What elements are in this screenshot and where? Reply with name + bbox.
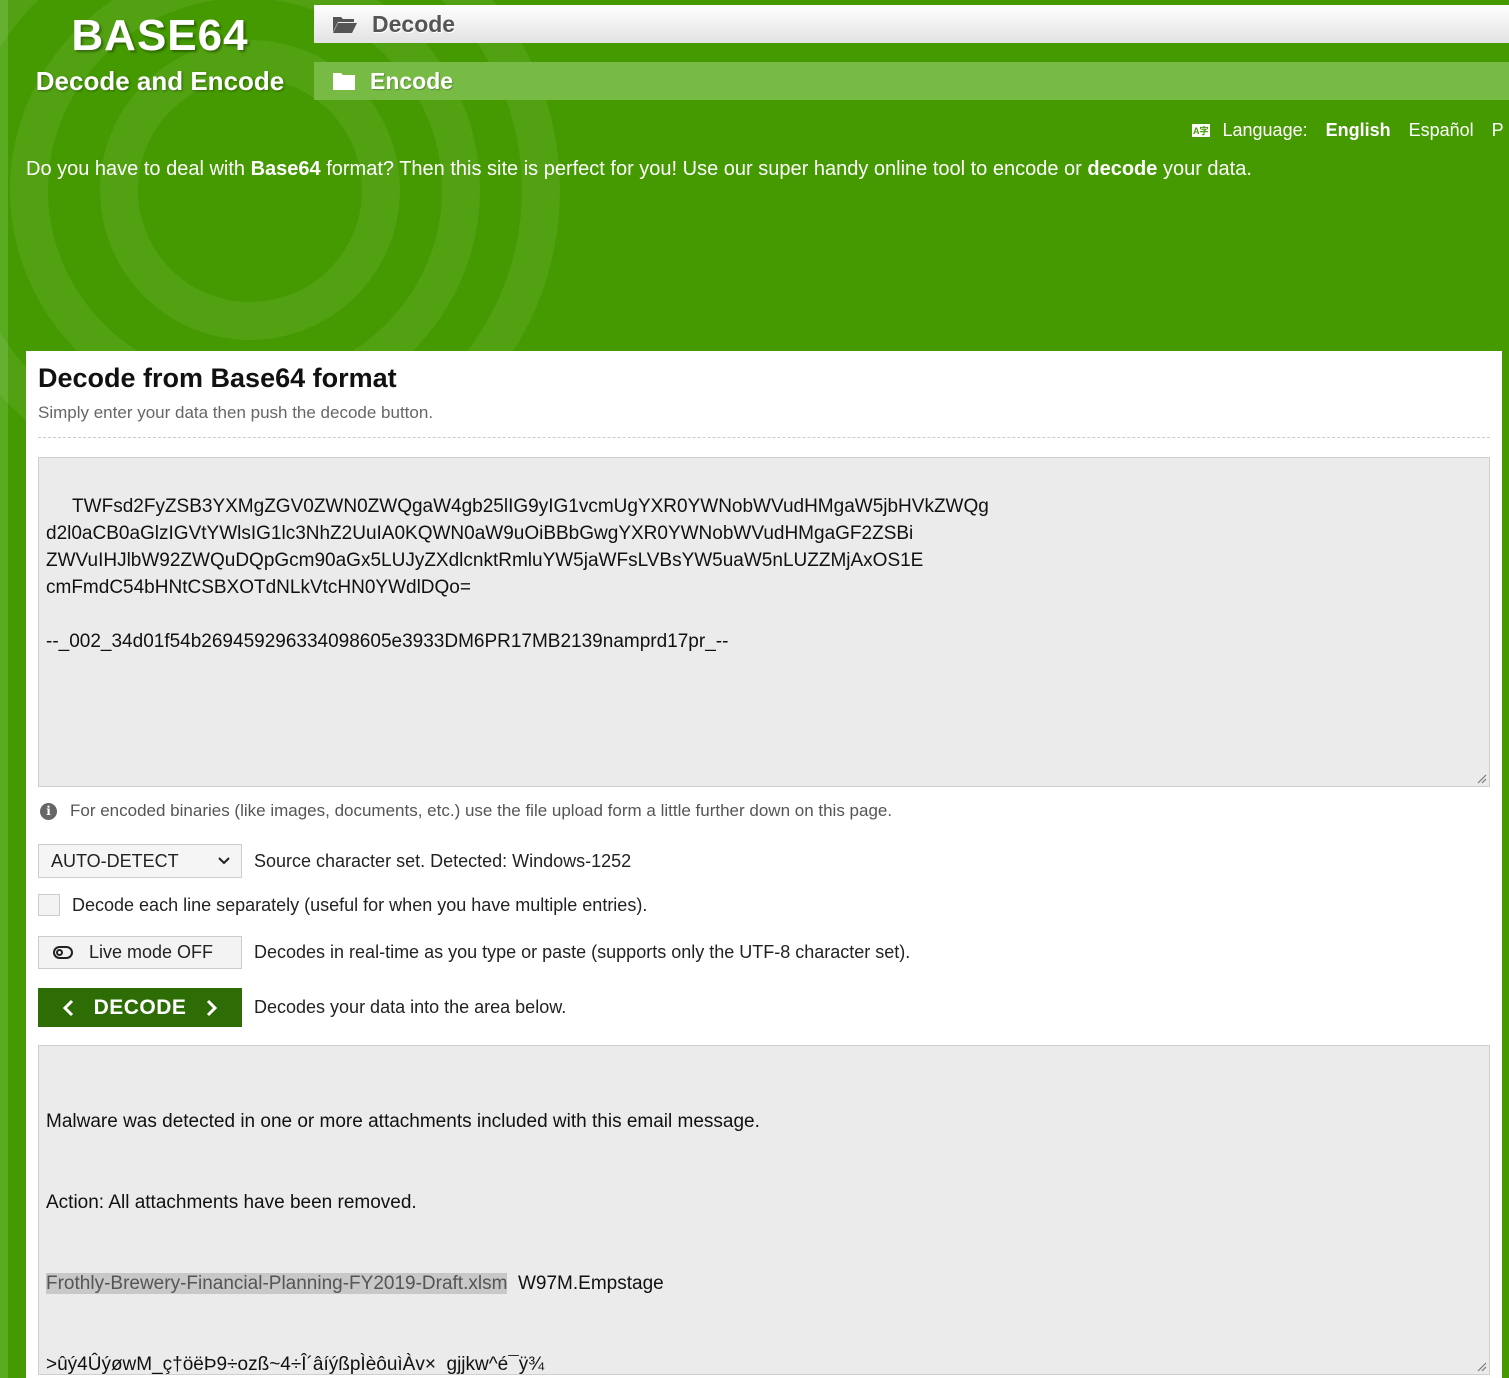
live-mode-description: Decodes in real-time as you type or past… [254, 942, 911, 962]
charset-selected: AUTO-DETECT [51, 850, 179, 871]
left-edge-stripe [0, 0, 8, 1378]
input-text: TWFsd2FyZSB3YXMgZGV0ZWN0ZWQgaW4gb25lIG9y… [46, 496, 989, 652]
chevron-down-icon [218, 857, 230, 865]
live-mode-toggle[interactable]: Live mode OFF [38, 936, 242, 969]
output-line-3: Frothly-Brewery-Financial-Planning-FY201… [46, 1270, 1482, 1297]
output-line-2: Action: All attachments have been remove… [46, 1192, 417, 1213]
output-filename: Frothly-Brewery-Financial-Planning-FY201… [46, 1273, 508, 1294]
folder-icon [332, 71, 356, 91]
output-after-filename: W97M.Empstage [507, 1273, 664, 1294]
decode-row: DECODE Decodes your data into the area b… [38, 988, 566, 1027]
charset-description: Source character set. Detected: Windows-… [254, 850, 632, 871]
logo-title: BASE64 [71, 11, 249, 60]
folder-open-icon [332, 14, 358, 34]
resize-handle-icon[interactable] [1475, 1360, 1487, 1372]
chevron-right-icon [206, 999, 218, 1017]
info-icon: i [40, 802, 57, 820]
info-text: For encoded binaries (like images, docum… [70, 801, 893, 820]
line-by-line-checkbox[interactable] [38, 894, 60, 916]
line-by-line-row: Decode each line separately (useful for … [38, 894, 647, 916]
live-mode-row: Live mode OFF Decodes in real-time as yo… [38, 936, 910, 969]
output-line-4: >ûý4ÛýøwM_ç†öëÞ9÷ozß~4÷Î´âíýßpÌèôuìÀv× g… [46, 1354, 545, 1375]
intro-text: Do you have to deal with Base64 format? … [26, 158, 1252, 180]
decode-button-label: DECODE [93, 995, 187, 1019]
output-textarea[interactable]: Malware was detected in one or more atta… [38, 1045, 1490, 1375]
nav-encode-label: Encode [370, 67, 454, 94]
language-icon: A字 [1192, 124, 1210, 137]
language-option-english[interactable]: English [1326, 120, 1391, 141]
language-selector: A字 Language: English Español P [1192, 120, 1509, 141]
resize-handle-icon[interactable] [1475, 772, 1487, 784]
logo-subtitle: Decode and Encode [35, 66, 285, 96]
chevron-left-icon [62, 999, 74, 1017]
language-option-espanol[interactable]: Español [1409, 120, 1474, 141]
line-by-line-label: Decode each line separately (useful for … [72, 894, 648, 915]
panel-heading: Decode from Base64 format [38, 363, 397, 393]
output-line-1: Malware was detected in one or more atta… [46, 1111, 760, 1132]
decode-panel: Decode from Base64 format Simply enter y… [26, 351, 1502, 1378]
panel-hint: Simply enter your data then push the dec… [38, 403, 434, 422]
nav-tab-encode[interactable]: Encode [314, 62, 1509, 100]
live-mode-label: Live mode OFF [89, 942, 214, 962]
site-logo[interactable]: BASE64 Decode and Encode [20, 12, 300, 97]
input-textarea[interactable]: TWFsd2FyZSB3YXMgZGV0ZWN0ZWQgaW4gb25lIG9y… [38, 457, 1490, 787]
toggle-off-icon [53, 946, 73, 959]
language-label: Language: [1222, 120, 1308, 140]
decode-button[interactable]: DECODE [38, 988, 242, 1027]
decode-description: Decodes your data into the area below. [254, 997, 567, 1017]
language-option-more[interactable]: P [1492, 120, 1504, 141]
nav-tab-decode[interactable]: Decode [314, 5, 1509, 43]
info-row: i For encoded binaries (like images, doc… [40, 801, 892, 821]
nav-decode-label: Decode [372, 10, 456, 37]
charset-select[interactable]: AUTO-DETECT [38, 844, 242, 878]
charset-row: AUTO-DETECT Source character set. Detect… [38, 844, 631, 878]
divider [38, 437, 1490, 438]
